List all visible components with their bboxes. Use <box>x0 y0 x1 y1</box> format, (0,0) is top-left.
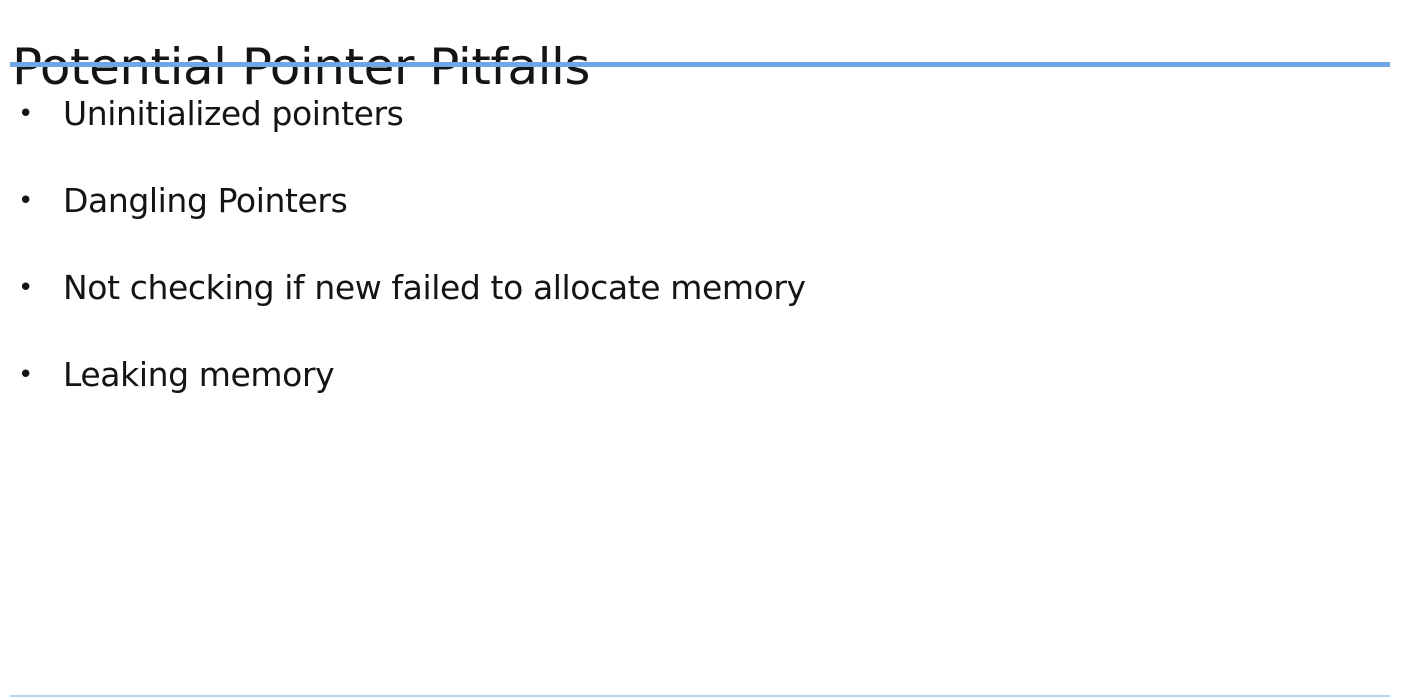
footer-divider <box>10 695 1390 697</box>
bullet-text: Not checking if new failed to allocate m… <box>63 268 806 307</box>
bullet-text: Dangling Pointers <box>63 181 348 220</box>
bullet-text: Leaking memory <box>63 355 335 394</box>
bullet-icon: • <box>18 186 34 216</box>
title-underline <box>10 62 1390 67</box>
bullet-text: Uninitialized pointers <box>63 94 404 133</box>
bullet-icon: • <box>18 273 34 303</box>
bullet-icon: • <box>18 99 34 129</box>
bullet-icon: • <box>18 360 34 390</box>
